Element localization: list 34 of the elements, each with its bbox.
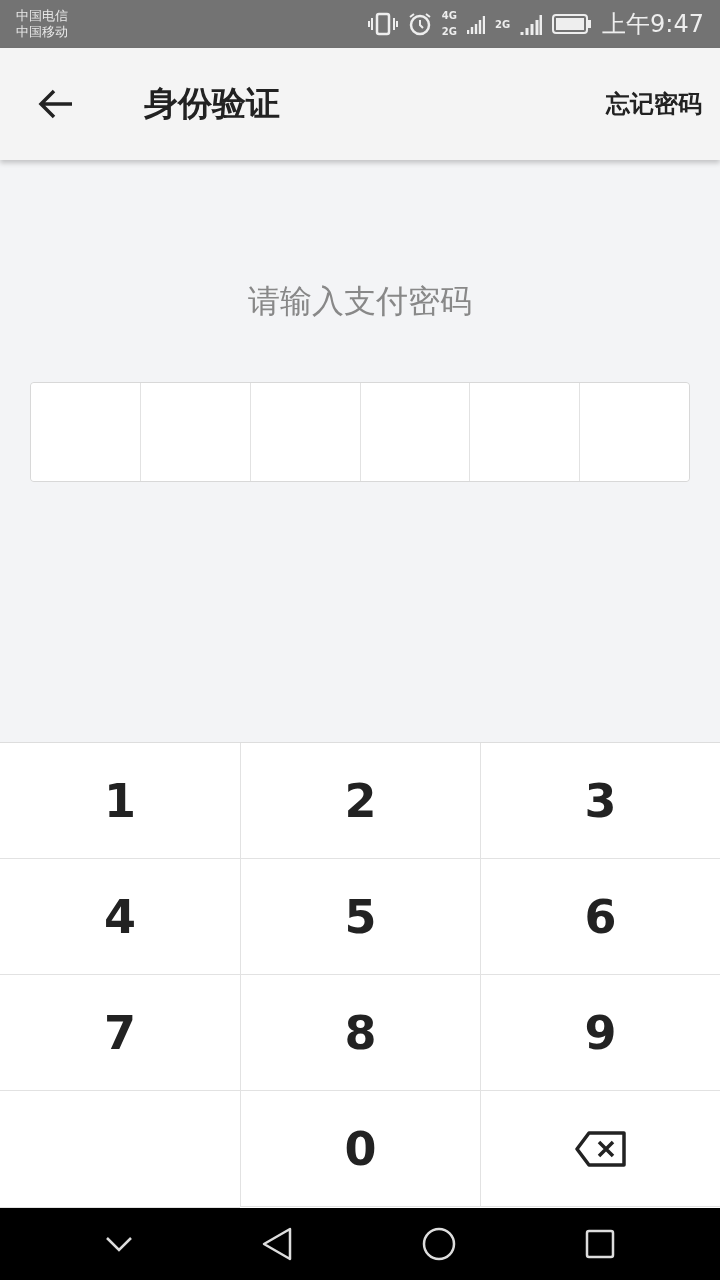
network-label: 2G (494, 18, 511, 30)
network-label: 2G (441, 25, 457, 39)
triangle-back-icon (262, 1227, 293, 1261)
network-label: 4G (441, 9, 457, 23)
signal-icon (466, 13, 485, 35)
back-nav-button[interactable] (262, 1227, 293, 1261)
digit-key[interactable]: 2 (240, 743, 480, 859)
alarm-icon (407, 12, 432, 36)
carrier-name: 中国移动 (16, 24, 68, 40)
forgot-password-link[interactable]: 忘记密码 (606, 88, 702, 120)
carrier-name: 中国电信 (16, 8, 68, 24)
backspace-icon (574, 1130, 627, 1167)
battery-icon (552, 14, 593, 34)
back-arrow-icon (38, 88, 74, 120)
page-title: 身份验证 (144, 82, 280, 125)
recents-button[interactable] (585, 1229, 616, 1259)
digit-key[interactable]: 3 (480, 743, 720, 859)
backspace-key[interactable] (480, 1091, 720, 1207)
signal-icon (520, 12, 543, 36)
vibrate-icon (367, 12, 398, 36)
collapse-button[interactable] (104, 1236, 133, 1252)
clock-time: 上午9:47 (602, 9, 704, 40)
circle-home-icon (421, 1227, 456, 1261)
digit-key[interactable]: 8 (240, 975, 480, 1091)
square-recents-icon (585, 1229, 616, 1259)
digit-key[interactable]: 0 (240, 1091, 480, 1207)
digit-key[interactable]: 5 (240, 859, 480, 975)
digit-key[interactable]: 9 (480, 975, 720, 1091)
password-prompt: 请输入支付密码 (247, 281, 473, 322)
back-button[interactable] (38, 88, 74, 120)
chevron-down-icon (104, 1236, 133, 1252)
password-field[interactable] (30, 382, 690, 482)
digit-key[interactable]: 6 (480, 859, 720, 975)
home-button[interactable] (421, 1227, 456, 1261)
